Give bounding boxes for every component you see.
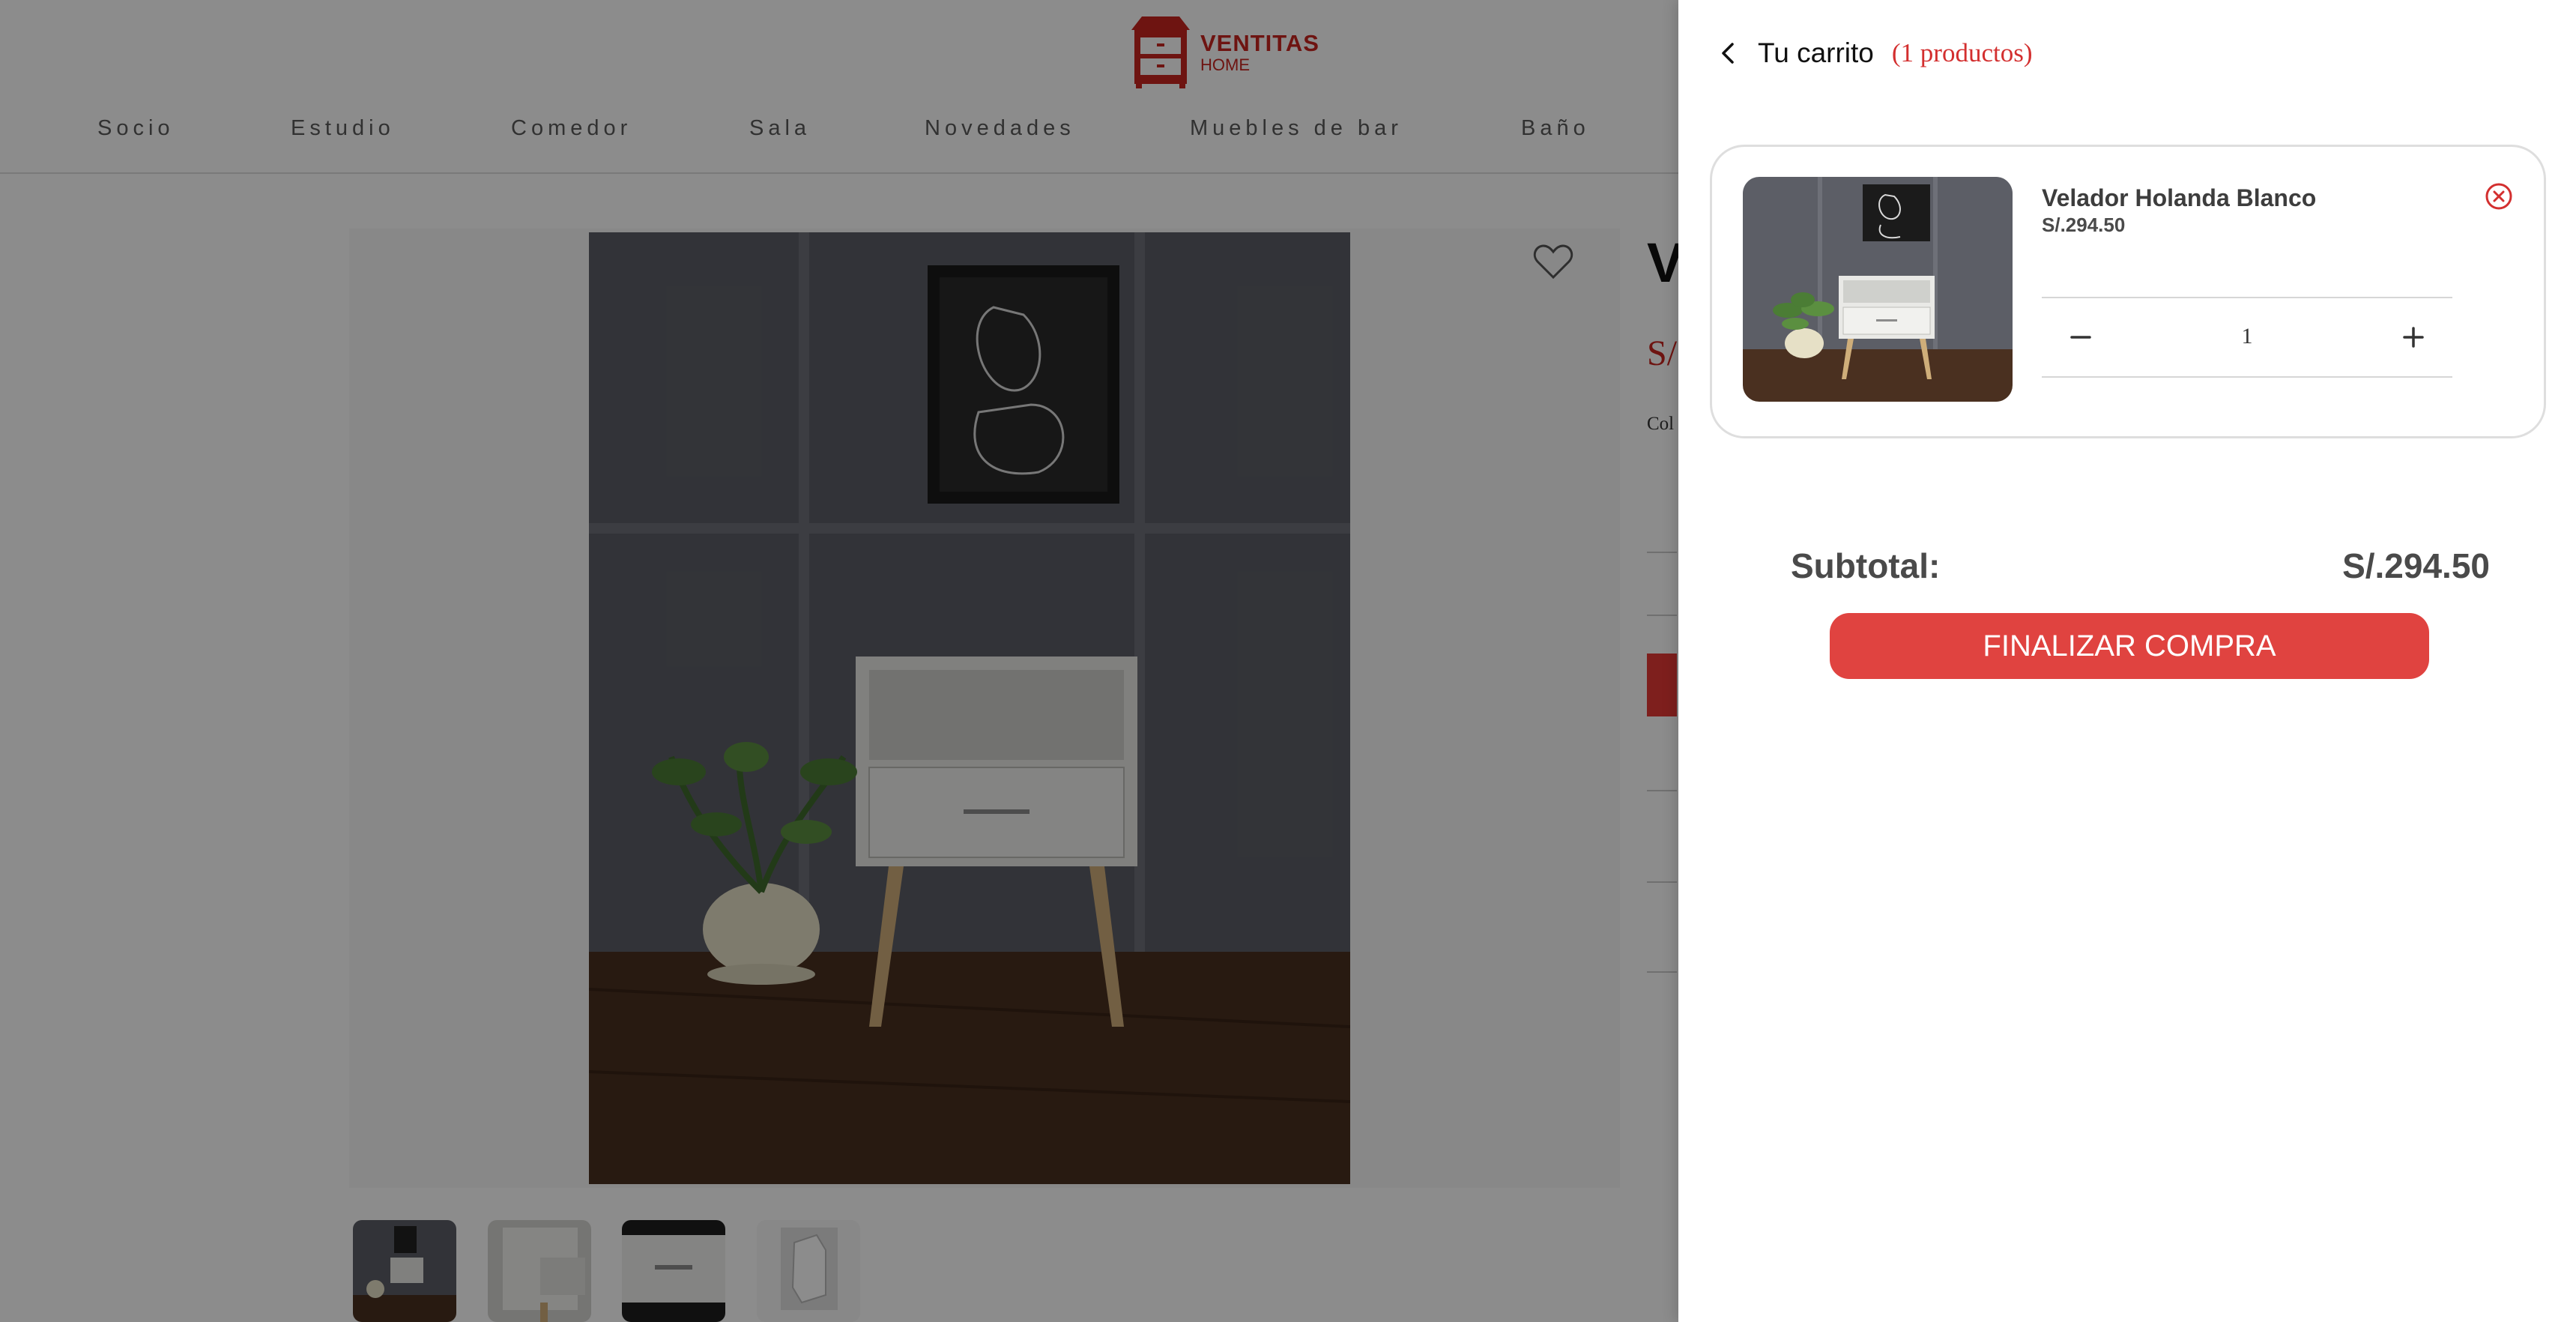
subtotal-value: S/.294.50 <box>2342 546 2490 585</box>
plus-icon[interactable] <box>2391 313 2436 361</box>
quantity-value[interactable]: 1 <box>2192 324 2303 349</box>
cart-item-name[interactable]: Velador Holanda Blanco <box>2042 184 2316 212</box>
quantity-stepper: 1 <box>2042 297 2452 378</box>
cart-item-price: S/.294.50 <box>2042 214 2126 236</box>
minus-icon[interactable] <box>2058 313 2103 361</box>
back-chevron-icon[interactable] <box>1711 37 1744 70</box>
cart-title: Tu carrito <box>1758 37 1874 68</box>
cart-item-image[interactable] <box>1743 177 2013 402</box>
remove-circle-x-icon[interactable] <box>2482 180 2515 213</box>
cart-header: Tu carrito (1 productos) <box>1711 34 2033 72</box>
cart-item-card: Velador Holanda Blanco S/.294.50 1 <box>1710 145 2546 438</box>
checkout-button[interactable]: FINALIZAR COMPRA <box>1830 613 2429 679</box>
cart-drawer: Tu carrito (1 productos) Velador Holanda… <box>1678 0 2576 1322</box>
subtotal-label: Subtotal: <box>1791 546 1941 585</box>
page-dim-overlay[interactable] <box>0 0 1678 1322</box>
cart-item-count: (1 productos) <box>1891 38 2033 67</box>
